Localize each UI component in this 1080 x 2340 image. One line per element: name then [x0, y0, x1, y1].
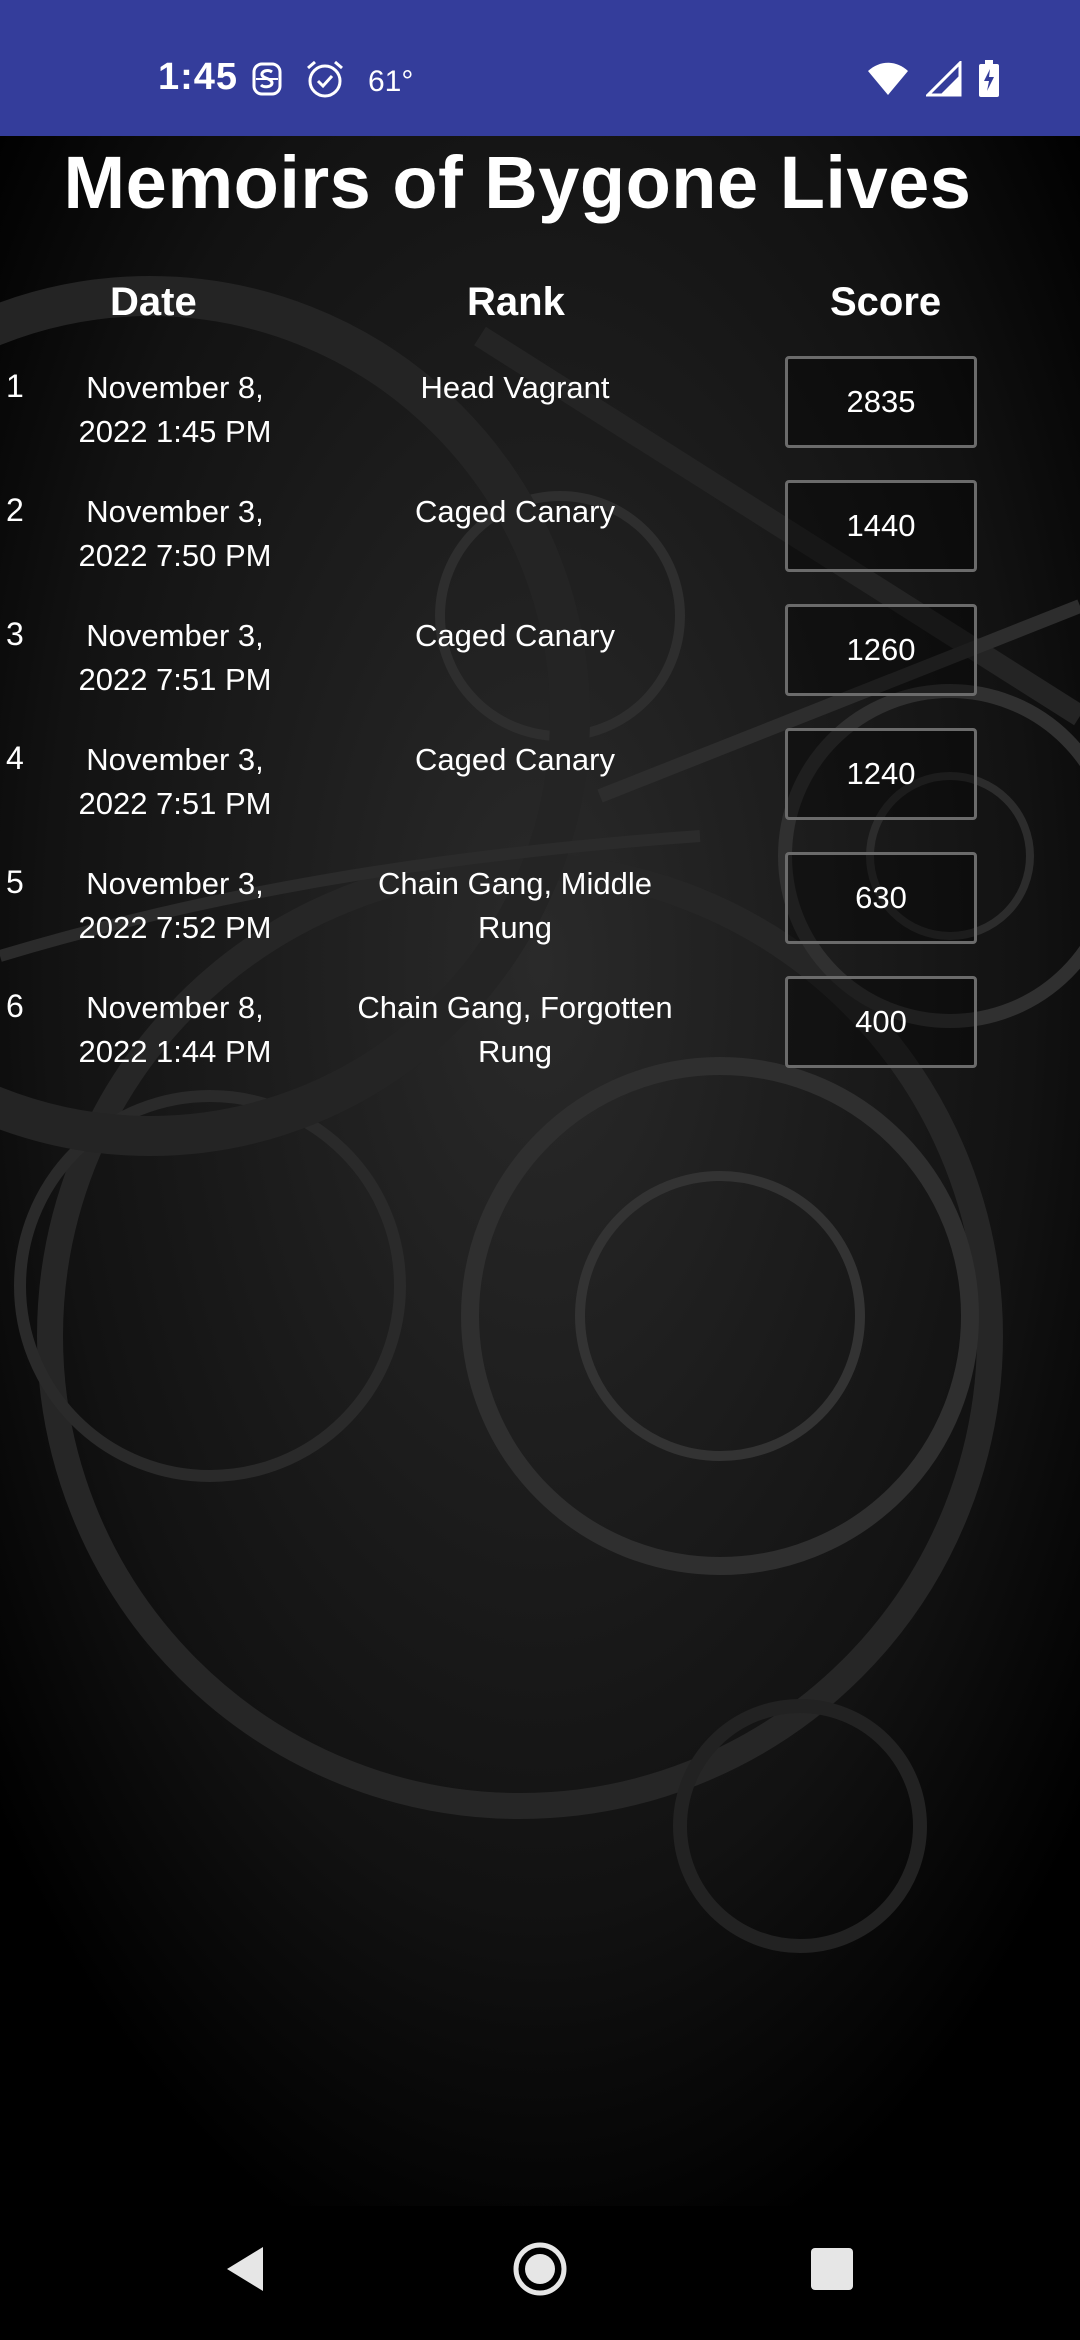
row-rank: Caged Canary: [335, 738, 695, 782]
row-index: 3: [6, 616, 24, 652]
row-date: November 8, 2022 1:45 PM: [60, 366, 290, 454]
back-icon: [221, 2243, 269, 2300]
page-title: Memoirs of Bygone Lives: [63, 141, 972, 224]
row-date: November 3, 2022 7:51 PM: [60, 738, 290, 826]
header-rank: Rank: [467, 280, 565, 324]
table-row: 5 November 3, 2022 7:52 PM Chain Gang, M…: [0, 852, 1080, 976]
wifi-icon: [866, 61, 910, 102]
score-box: 1240: [785, 728, 977, 820]
score-box: 630: [785, 852, 977, 944]
row-rank: Head Vagrant: [335, 366, 695, 410]
row-date-line2: 2022 1:45 PM: [78, 414, 272, 449]
table-row: 3 November 3, 2022 7:51 PM Caged Canary …: [0, 604, 1080, 728]
row-rank: Chain Gang, Middle Rung: [335, 862, 695, 950]
row-rank-line1: Caged Canary: [415, 618, 615, 653]
table-row: 6 November 8, 2022 1:44 PM Chain Gang, F…: [0, 976, 1080, 1100]
header-score: Score: [830, 280, 942, 324]
score-box: 2835: [785, 356, 977, 448]
row-index: 1: [6, 368, 24, 404]
home-icon: [512, 2241, 568, 2302]
row-date-line1: November 8,: [86, 990, 264, 1025]
score-box: 1440: [785, 480, 977, 572]
header-date: Date: [110, 280, 197, 324]
row-date-line1: November 8,: [86, 370, 264, 405]
row-date: November 8, 2022 1:44 PM: [60, 986, 290, 1074]
row-date-line2: 2022 7:51 PM: [78, 662, 272, 697]
notification-s-icon: [252, 62, 282, 101]
home-button[interactable]: [495, 2226, 585, 2316]
alarm-icon: [304, 58, 346, 105]
row-rank-line1: Chain Gang, Forgotten: [357, 990, 673, 1025]
status-time: 1:45: [158, 56, 239, 98]
row-rank: Caged Canary: [335, 614, 695, 658]
recents-button[interactable]: [787, 2226, 877, 2316]
row-rank: Caged Canary: [335, 490, 695, 534]
recents-icon: [809, 2246, 855, 2297]
status-temperature: 61°: [368, 64, 414, 98]
row-date-line1: November 3,: [86, 618, 264, 653]
score-box: 1260: [785, 604, 977, 696]
row-date: November 3, 2022 7:52 PM: [60, 862, 290, 950]
row-date: November 3, 2022 7:51 PM: [60, 614, 290, 702]
score-box: 400: [785, 976, 977, 1068]
row-date-line2: 2022 1:44 PM: [78, 1034, 272, 1069]
status-icons-left: 61°: [252, 58, 413, 105]
row-date: November 3, 2022 7:50 PM: [60, 490, 290, 578]
back-button[interactable]: [200, 2226, 290, 2316]
row-date-line2: 2022 7:50 PM: [78, 538, 272, 573]
battery-charging-icon: [978, 60, 1000, 103]
row-date-line2: 2022 7:51 PM: [78, 786, 272, 821]
row-index: 5: [6, 864, 24, 900]
row-index: 6: [6, 988, 24, 1024]
row-date-line2: 2022 7:52 PM: [78, 910, 272, 945]
row-rank-line1: Head Vagrant: [420, 370, 610, 405]
status-bar: 1:45 61°: [0, 0, 1080, 136]
row-rank-line2: Rung: [477, 1034, 553, 1069]
row-rank-line1: Caged Canary: [415, 742, 615, 777]
row-rank-line1: Chain Gang, Middle: [378, 866, 652, 901]
signal-icon: [924, 59, 962, 102]
row-date-line1: November 3,: [86, 742, 264, 777]
table-row: 1 November 8, 2022 1:45 PM Head Vagrant …: [0, 356, 1080, 480]
row-rank-line1: Caged Canary: [415, 494, 615, 529]
row-index: 4: [6, 740, 24, 776]
table-row: 2 November 3, 2022 7:50 PM Caged Canary …: [0, 480, 1080, 604]
row-rank-line2: Rung: [477, 910, 553, 945]
status-icons-right: [866, 59, 1000, 103]
row-date-line1: November 3,: [86, 866, 264, 901]
row-index: 2: [6, 492, 24, 528]
row-rank: Chain Gang, Forgotten Rung: [335, 986, 695, 1074]
navigation-bar: [0, 2206, 1080, 2340]
row-date-line1: November 3,: [86, 494, 264, 529]
table-row: 4 November 3, 2022 7:51 PM Caged Canary …: [0, 728, 1080, 852]
